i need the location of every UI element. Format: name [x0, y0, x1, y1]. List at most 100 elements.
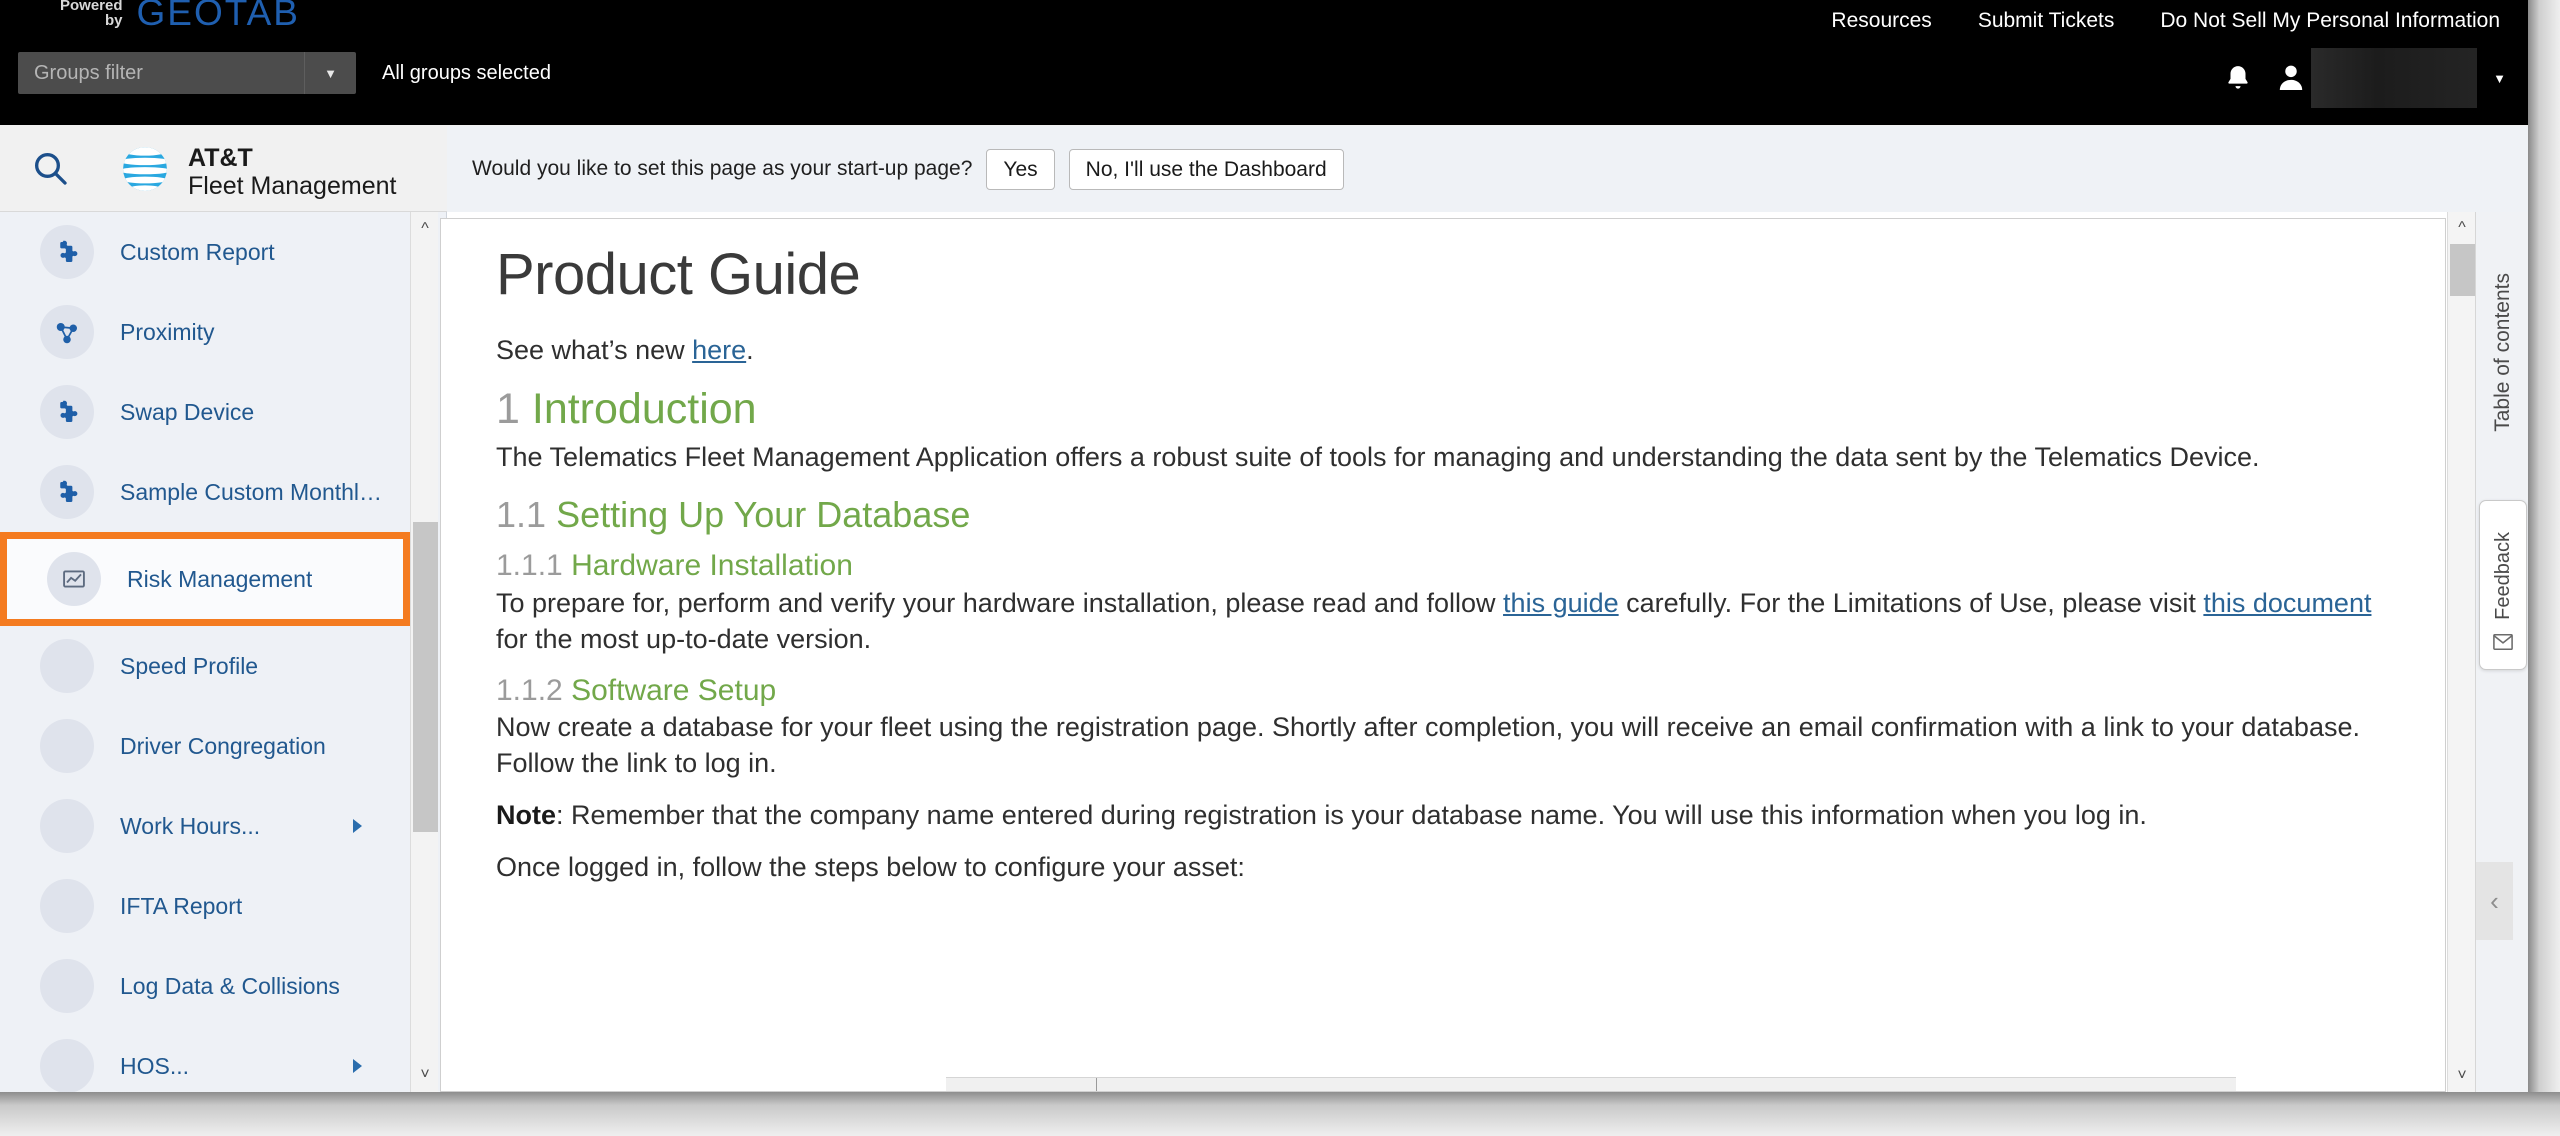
startup-no-button[interactable]: No, I'll use the Dashboard [1068, 148, 1344, 190]
right-side-rail: Table of contents Feedback ‹ [2475, 212, 2528, 1092]
sidebar-navigation: Custom Report Proximity Swap Device Samp… [0, 212, 447, 1092]
section-heading-1-1-1: 1.1.1 Hardware Installation [496, 549, 2399, 584]
section-1-1-1-body: To prepare for, perform and verify your … [496, 586, 2399, 658]
sidebar-scrollbar[interactable]: ^ ˅ [410, 212, 438, 1092]
notification-bell-icon[interactable] [2221, 60, 2255, 96]
sidebar-item-label: Swap Device [120, 398, 255, 425]
sidebar-item-list: Custom Report Proximity Swap Device Samp… [0, 212, 410, 1092]
submenu-arrow-icon[interactable] [353, 819, 362, 833]
user-menu[interactable]: ▼ [2273, 48, 2506, 108]
top-navigation-bar: Powered by GEOTAB Resources Submit Ticke… [0, 0, 2528, 125]
product-guide-content: Product Guide See what’s new here. 1 Int… [440, 218, 2446, 1092]
chevron-up-icon[interactable]: ^ [411, 214, 439, 244]
sidebar-item-label: Custom Report [120, 238, 275, 265]
chevron-down-icon[interactable]: ˅ [411, 1060, 439, 1090]
table-of-contents-tab[interactable]: Table of contents [2476, 222, 2529, 482]
clipped-table-top [946, 1077, 2236, 1091]
page-title: Product Guide [496, 242, 861, 307]
startup-yes-button[interactable]: Yes [986, 148, 1055, 190]
all-groups-selected-label: All groups selected [382, 61, 551, 84]
this-document-link[interactable]: this document [2203, 588, 2371, 618]
brand-text: AT&T Fleet Management [188, 144, 396, 200]
att-fleet-management-brand[interactable]: AT&T Fleet Management [118, 142, 396, 201]
section-title: Hardware Installation [571, 549, 853, 583]
topbar-links: Resources Submit Tickets Do Not Sell My … [1831, 4, 2500, 38]
body-part-3: for the most up-to-date version. [496, 623, 872, 654]
window-right-gutter [2528, 0, 2560, 1136]
sidebar-item-label: IFTA Report [120, 892, 243, 919]
chevron-down-icon[interactable]: ˅ [2448, 1062, 2476, 1090]
content-scrollbar-thumb[interactable] [2450, 244, 2475, 296]
groups-filter-input[interactable]: Groups filter [18, 52, 304, 94]
chevron-up-icon[interactable]: ^ [2448, 214, 2476, 242]
sidebar-item-label: HOS... [120, 1052, 190, 1079]
puzzle-piece-icon [40, 385, 94, 439]
document-body: Product Guide See what’s new here. 1 Int… [441, 219, 2445, 886]
section-title: Setting Up Your Database [556, 494, 971, 536]
sidebar-item-ifta-report[interactable]: IFTA Report [10, 866, 410, 946]
note-paragraph: Note: Remember that the company name ent… [496, 798, 2399, 834]
content-scrollbar[interactable]: ^ ˅ [2447, 212, 2475, 1092]
powered-by-text: Powered by [60, 0, 123, 28]
note-body: : Remember that the company name entered… [556, 800, 2147, 831]
resources-link[interactable]: Resources [1831, 4, 1931, 38]
chevron-down-icon[interactable]: ▼ [2493, 71, 2506, 86]
user-avatar-icon [2273, 59, 2309, 97]
body-part-1: To prepare for, perform and verify your … [496, 587, 1504, 618]
sidebar-item-label: Proximity [120, 318, 215, 345]
powered-by-geotab-logo: Powered by GEOTAB [60, 0, 300, 31]
chevron-down-icon[interactable]: ▼ [304, 52, 356, 94]
sidebar-item-label: Risk Management [127, 565, 313, 592]
search-icon[interactable] [10, 125, 90, 211]
sidebar-item-driver-congregation[interactable]: Driver Congregation [10, 706, 410, 786]
sidebar-item-label: Driver Congregation [120, 732, 326, 759]
brand-line-1: AT&T [188, 143, 253, 172]
note-label: Note [496, 800, 556, 831]
puzzle-piece-icon [40, 225, 94, 279]
submit-tickets-link[interactable]: Submit Tickets [1978, 4, 2115, 38]
sidebar-item-speed-profile[interactable]: Speed Profile [10, 626, 410, 706]
table-of-contents-label: Table of contents [2490, 272, 2514, 432]
sidebar-scrollbar-thumb[interactable] [413, 522, 438, 832]
blank-icon [40, 1039, 94, 1092]
envelope-icon [2492, 632, 2514, 657]
sidebar-item-label: Log Data & Collisions [120, 972, 340, 999]
startup-prompt-question: Would you like to set this page as your … [472, 157, 973, 180]
startup-page-prompt: Would you like to set this page as your … [447, 126, 2528, 212]
section-title: Introduction [531, 384, 757, 433]
whats-new-link[interactable]: here [692, 335, 746, 365]
sidebar-item-log-data-collisions[interactable]: Log Data & Collisions [10, 946, 410, 1026]
section-1-1-2-body: Now create a database for your fleet usi… [496, 712, 2360, 779]
groups-filter-row: Groups filter ▼ All groups selected [18, 52, 551, 94]
section-title: Software Setup [571, 673, 777, 707]
this-guide-link[interactable]: this guide [1503, 588, 1619, 618]
do-not-sell-link[interactable]: Do Not Sell My Personal Information [2160, 4, 2500, 38]
whats-new-paragraph: See what’s new here. [496, 333, 2399, 369]
brand-line-2: Fleet Management [188, 171, 397, 200]
chevron-left-icon: ‹ [2490, 885, 2499, 916]
sidebar-item-proximity[interactable]: Proximity [10, 292, 410, 372]
section-1-body: The Telematics Fleet Management Applicat… [496, 442, 2260, 473]
section-heading-1: 1 Introduction [496, 385, 2399, 434]
sidebar-item-hos[interactable]: HOS... [10, 1026, 410, 1092]
att-globe-icon [118, 142, 172, 201]
puzzle-piece-icon [40, 465, 94, 519]
section-heading-1-1-2: 1.1.2 Software Setup [496, 674, 2399, 709]
sidebar-item-work-hours[interactable]: Work Hours... [10, 786, 410, 866]
blank-icon [40, 879, 94, 933]
proximity-icon [40, 305, 94, 359]
whats-new-prefix: See what’s new [496, 334, 693, 365]
powered-line-2: by [105, 12, 123, 29]
sidebar-item-label: Work Hours... [120, 812, 261, 839]
blank-icon [40, 959, 94, 1013]
sidebar-item-risk-management[interactable]: Risk Management [17, 539, 403, 619]
submenu-arrow-icon[interactable] [353, 1059, 362, 1073]
feedback-tab[interactable]: Feedback [2479, 500, 2527, 670]
groups-filter-dropdown[interactable]: Groups filter ▼ [18, 52, 356, 94]
sidebar-selection-highlight: Risk Management [0, 532, 410, 626]
sidebar-item-swap-device[interactable]: Swap Device [10, 372, 410, 452]
sidebar-item-sample-custom-monthly[interactable]: Sample Custom Monthly ... [10, 452, 410, 532]
closing-paragraph: Once logged in, follow the steps below t… [496, 851, 1245, 882]
sidebar-item-custom-report[interactable]: Custom Report [10, 212, 410, 292]
collapse-panel-button[interactable]: ‹ [2476, 862, 2513, 940]
